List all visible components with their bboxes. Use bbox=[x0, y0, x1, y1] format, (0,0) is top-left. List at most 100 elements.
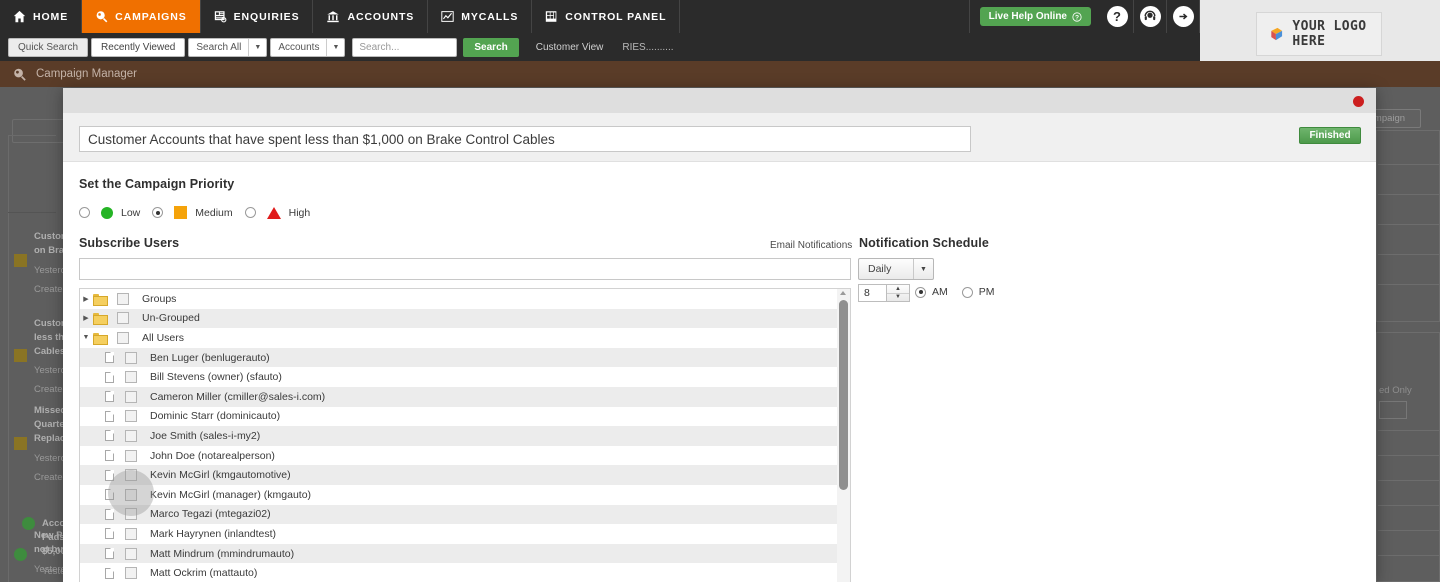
tree-row-checkbox[interactable] bbox=[117, 292, 129, 305]
tree-folder-row[interactable]: ▶ Groups bbox=[80, 289, 837, 309]
document-icon bbox=[105, 450, 114, 462]
tree-user-row[interactable]: Matt Mindrum (mmindrumauto) bbox=[80, 543, 837, 564]
tree-user-row[interactable]: Joe Smith (sales-i-my2) bbox=[80, 426, 837, 446]
tree-user-row[interactable]: John Doe (notarealperson) bbox=[80, 446, 837, 466]
user-tree-scrollbar[interactable] bbox=[837, 289, 850, 582]
page-title: Campaign Manager bbox=[36, 68, 138, 80]
tree-row-checkbox[interactable] bbox=[125, 351, 137, 364]
stepper-up-icon[interactable]: ▲ bbox=[887, 285, 909, 294]
background-divider bbox=[1378, 164, 1440, 165]
nav-item-enquiries[interactable]: ENQUIRIES bbox=[201, 0, 314, 33]
tree-row-checkbox[interactable] bbox=[125, 429, 137, 442]
tree-row-checkbox[interactable] bbox=[125, 410, 137, 423]
mycalls-icon bbox=[441, 11, 454, 22]
logout-button[interactable] bbox=[1167, 0, 1200, 33]
profile-button[interactable] bbox=[1134, 0, 1167, 33]
tree-row-checkbox[interactable] bbox=[125, 547, 137, 560]
priority-radio-low[interactable] bbox=[79, 207, 90, 218]
tree-row-checkbox[interactable] bbox=[125, 488, 137, 501]
tree-user-row[interactable]: Cameron Miller (cmiller@sales-i.com) bbox=[80, 386, 837, 407]
tree-user-row[interactable]: Mark Hayrynen (inlandtest) bbox=[80, 524, 837, 544]
tree-folder-row[interactable]: ▶ Un-Grouped bbox=[80, 308, 837, 329]
tree-row-checkbox[interactable] bbox=[125, 390, 137, 403]
tree-folder-row[interactable]: ▼ All Users bbox=[80, 328, 837, 348]
chevron-down-icon: ▼ bbox=[913, 259, 933, 279]
live-help-label: Live Help Online bbox=[988, 11, 1067, 22]
meridiem-options: AM PM bbox=[915, 286, 1009, 298]
tree-row-checkbox[interactable] bbox=[125, 527, 137, 540]
finished-button[interactable]: Finished bbox=[1299, 127, 1361, 144]
frequency-select[interactable]: Daily ▼ bbox=[858, 258, 934, 280]
tree-row-checkbox[interactable] bbox=[125, 449, 137, 462]
background-filter-box[interactable] bbox=[1379, 401, 1407, 419]
document-icon bbox=[105, 371, 114, 383]
nav-item-accounts[interactable]: ACCOUNTS bbox=[313, 0, 429, 33]
chevron-down-icon[interactable]: ▼ bbox=[80, 334, 92, 341]
campaign-title-input[interactable]: Customer Accounts that have spent less t… bbox=[79, 126, 971, 152]
tree-row-label: Kevin McGirl (manager) (kmgauto) bbox=[150, 488, 312, 501]
tree-row-label: Ben Luger (benlugerauto) bbox=[150, 351, 270, 364]
tree-user-row[interactable]: Marco Tegazi (mtegazi02) bbox=[80, 504, 837, 525]
tree-row-checkbox[interactable] bbox=[125, 508, 137, 521]
tree-row-checkbox[interactable] bbox=[117, 331, 129, 344]
priority-label-high: High bbox=[288, 206, 311, 219]
chevron-right-icon[interactable]: ▶ bbox=[80, 314, 92, 322]
user-tree: ▶ Groups ▶ Un-Grouped ▼ All Users Ben Luger (b… bbox=[79, 288, 851, 582]
meridiem-radio-pm[interactable] bbox=[961, 286, 973, 298]
stepper-down-icon[interactable]: ▼ bbox=[887, 294, 909, 302]
svg-text:?: ? bbox=[1075, 14, 1079, 21]
hour-stepper[interactable]: ▲ ▼ bbox=[886, 284, 910, 302]
tree-row-label: All Users bbox=[142, 331, 185, 344]
tree-row-checkbox[interactable] bbox=[117, 312, 129, 325]
tree-row-checkbox[interactable] bbox=[125, 371, 137, 384]
tree-user-row[interactable]: Kevin McGirl (kmgautomotive) bbox=[80, 465, 837, 485]
background-divider bbox=[1378, 224, 1440, 225]
tree-row-label: John Doe (notarealperson) bbox=[150, 449, 275, 462]
tree-user-row[interactable]: Matt Ockrim (mattauto) bbox=[80, 563, 837, 582]
close-icon[interactable] bbox=[1353, 96, 1364, 107]
scroll-up-arrow-icon[interactable] bbox=[840, 291, 846, 295]
nav-item-campaigns[interactable]: CAMPAIGNS bbox=[82, 0, 201, 33]
help-button[interactable]: ? bbox=[1101, 0, 1134, 33]
chevron-right-icon[interactable]: ▶ bbox=[80, 295, 92, 303]
background-priority-chip bbox=[14, 548, 27, 561]
live-help-button[interactable]: Live Help Online ? bbox=[979, 7, 1091, 26]
priority-radio-high[interactable] bbox=[244, 207, 256, 218]
chevron-down-icon: ▼ bbox=[248, 38, 266, 56]
user-tree-list: ▶ Groups ▶ Un-Grouped ▼ All Users Ben Luger (b… bbox=[80, 289, 837, 582]
customer-view-link[interactable]: Customer View bbox=[536, 42, 604, 53]
nav-label: MYCALLS bbox=[461, 10, 519, 23]
tree-row-checkbox[interactable] bbox=[125, 469, 137, 482]
tree-user-row[interactable]: Kevin McGirl (manager) (kmgauto) bbox=[80, 485, 837, 505]
search-button[interactable]: Search bbox=[463, 37, 519, 57]
nav-label: CONTROL PANEL bbox=[565, 10, 667, 23]
tree-user-row[interactable]: Bill Stevens (owner) (sfauto) bbox=[80, 367, 837, 387]
subscribe-users-input[interactable] bbox=[79, 258, 851, 280]
folder-icon bbox=[93, 332, 108, 345]
search-scope-select[interactable]: Search All ▼ bbox=[188, 37, 268, 57]
background-campaign-card bbox=[8, 135, 56, 213]
search-entity-select[interactable]: Accounts ▼ bbox=[270, 37, 346, 57]
tree-row-label: Joe Smith (sales-i-my2) bbox=[150, 429, 261, 442]
search-input[interactable]: Search... bbox=[352, 37, 458, 57]
nav-item-mycalls[interactable]: MYCALLS bbox=[428, 0, 533, 33]
background-card-title: Cables bbox=[34, 346, 66, 357]
nav-label: HOME bbox=[33, 10, 69, 23]
recently-viewed-button[interactable]: Recently Viewed bbox=[91, 37, 186, 57]
meridiem-radio-am[interactable] bbox=[915, 286, 926, 298]
document-icon bbox=[105, 430, 114, 442]
nav-item-home[interactable]: HOME bbox=[0, 0, 83, 33]
priority-options: Low Medium High bbox=[79, 206, 322, 219]
tree-row-checkbox[interactable] bbox=[125, 567, 137, 580]
document-icon bbox=[105, 352, 114, 364]
tree-row-label: Groups bbox=[142, 292, 177, 305]
background-card-title: Custor bbox=[34, 318, 65, 329]
priority-radio-medium[interactable] bbox=[152, 207, 164, 218]
search-entity-value: Accounts bbox=[278, 41, 320, 53]
quick-search-button[interactable]: Quick Search bbox=[8, 37, 89, 57]
scrollbar-thumb[interactable] bbox=[839, 300, 848, 490]
tree-user-row[interactable]: Ben Luger (benlugerauto) bbox=[80, 347, 837, 368]
background-card-title: Quarte bbox=[34, 419, 65, 430]
tree-user-row[interactable]: Dominic Starr (dominicauto) bbox=[80, 407, 837, 427]
nav-item-control-panel[interactable]: CONTROL PANEL bbox=[532, 0, 681, 33]
